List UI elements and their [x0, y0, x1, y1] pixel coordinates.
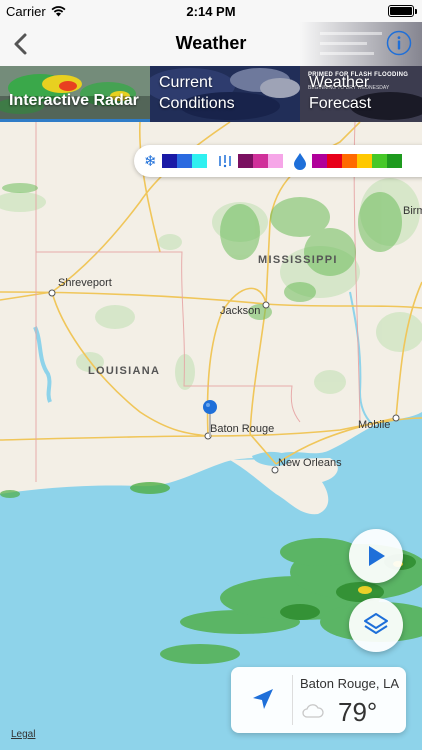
city-label: Mobile — [358, 419, 391, 431]
city-label: Baton Rouge — [210, 423, 275, 435]
legend-swatch — [341, 154, 357, 168]
status-time: 2:14 PM — [186, 4, 236, 19]
page-title: Weather — [175, 33, 247, 53]
legend-swatch — [311, 154, 327, 168]
tab-current-conditions[interactable]: Current Conditions — [150, 66, 300, 122]
legend-swatch — [267, 154, 283, 168]
rain-swatches — [311, 154, 402, 168]
city-label: New Orleans — [278, 457, 342, 469]
divider — [292, 675, 293, 725]
snow-swatches — [161, 154, 207, 168]
cloud-icon — [302, 704, 324, 718]
tab-weather-forecast[interactable]: PRIMED FOR FLASH FLOODING BEGINNING TO D… — [300, 66, 422, 122]
legend-swatch — [161, 154, 177, 168]
tab-label: Current Conditions — [159, 74, 235, 112]
tab-label: Interactive Radar — [9, 92, 139, 109]
radar-legend: ❄ — [134, 145, 422, 177]
location-arrow-icon[interactable] — [249, 685, 277, 713]
legend-swatch — [237, 154, 253, 168]
legend-swatch — [356, 154, 372, 168]
legend-swatch — [326, 154, 342, 168]
tab-label: Weather Forecast — [309, 74, 372, 112]
state-label: LOUISIANA — [88, 365, 161, 377]
status-bar: Carrier 2:14 PM — [0, 0, 422, 22]
play-button[interactable] — [349, 529, 403, 583]
location-temperature: 79° — [338, 697, 378, 727]
legal-link[interactable]: Legal — [11, 729, 35, 740]
city-label: Jackson — [220, 305, 261, 317]
legend-swatch — [252, 154, 268, 168]
legend-swatch — [371, 154, 387, 168]
location-pin-icon[interactable] — [202, 399, 218, 439]
layers-button[interactable] — [349, 598, 403, 652]
state-label: MISSISSIPPI — [258, 254, 338, 266]
nav-bar: Weather — [0, 22, 422, 66]
content-tabs: Interactive Radar Current Conditions PRI… — [0, 66, 422, 122]
play-icon — [369, 546, 385, 566]
current-location-card[interactable]: Baton Rouge, LA 79° — [231, 667, 406, 733]
legend-swatch — [386, 154, 402, 168]
legend-swatch — [176, 154, 192, 168]
mix-swatches — [237, 154, 283, 168]
legend-swatch — [191, 154, 207, 168]
info-icon[interactable] — [386, 30, 412, 56]
snowflake-icon: ❄ — [144, 153, 157, 170]
raindrop-icon — [293, 153, 306, 170]
battery-icon — [388, 5, 417, 17]
location-city: Baton Rouge, LA — [300, 676, 400, 691]
layers-icon — [364, 613, 388, 634]
radar-map[interactable]: MISSISSIPPI LOUISIANA Shreveport Jackson… — [0, 122, 422, 750]
tab-interactive-radar[interactable]: Interactive Radar — [0, 66, 150, 122]
city-label: Birm — [403, 205, 422, 217]
city-label: Shreveport — [58, 277, 112, 289]
ice-mix-icon — [218, 155, 231, 168]
